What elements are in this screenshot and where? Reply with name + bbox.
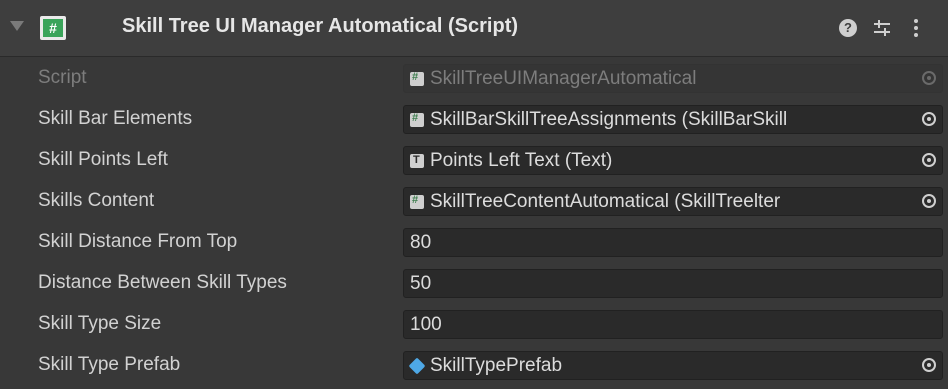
script-field: SkillTreeUIManagerAutomatical xyxy=(403,64,943,93)
field-row-skills-content: Skills Content SkillTreeContentAutomatic… xyxy=(0,185,948,217)
distance-between-skill-types-input[interactable]: 50 xyxy=(403,269,943,298)
object-picker-icon[interactable] xyxy=(922,153,936,167)
field-label: Skill Points Left xyxy=(38,149,168,170)
skill-type-prefab-field[interactable]: SkillTypePrefab xyxy=(403,351,943,380)
skill-points-left-field[interactable]: Points Left Text (Text) xyxy=(403,146,943,175)
field-label: Skill Bar Elements xyxy=(38,108,193,129)
skills-content-field[interactable]: SkillTreeContentAutomatical (SkillTreelt… xyxy=(403,187,943,216)
component-title: Skill Tree UI Manager Automatical (Scrip… xyxy=(122,15,519,37)
field-label: Script xyxy=(38,67,87,88)
help-icon[interactable]: ? xyxy=(836,16,860,40)
object-picker-icon[interactable] xyxy=(922,112,936,126)
skill-distance-from-top-input[interactable]: 80 xyxy=(403,228,943,257)
field-label: Skill Type Prefab xyxy=(38,354,181,375)
cs-script-icon: # xyxy=(40,16,66,40)
field-value: SkillTreeContentAutomatical (SkillTreelt… xyxy=(430,191,781,212)
cs-script-icon xyxy=(410,71,424,86)
field-label: Skill Type Size xyxy=(38,313,162,334)
skill-type-size-input[interactable]: 100 xyxy=(403,310,943,339)
triangle-down-icon[interactable] xyxy=(10,21,24,31)
field-row-skill-distance-from-top: Skill Distance From Top 80 xyxy=(0,226,948,258)
field-value: 100 xyxy=(410,314,442,335)
field-value: SkillTypePrefab xyxy=(430,355,563,376)
field-row-skill-type-prefab: Skill Type Prefab SkillTypePrefab xyxy=(0,349,948,381)
field-row-skill-bar-elements: Skill Bar Elements SkillBarSkillTreeAssi… xyxy=(0,103,948,135)
field-row-distance-between-skill-types: Distance Between Skill Types 50 xyxy=(0,267,948,299)
field-row-skill-points-left: Skill Points Left Points Left Text (Text… xyxy=(0,144,948,176)
field-value: SkillTreeUIManagerAutomatical xyxy=(430,68,697,89)
cs-script-icon xyxy=(410,194,424,209)
cs-script-icon xyxy=(410,112,424,127)
skill-bar-elements-field[interactable]: SkillBarSkillTreeAssignments (SkillBarSk… xyxy=(403,105,943,134)
presets-icon[interactable] xyxy=(870,16,894,40)
field-label: Skill Distance From Top xyxy=(38,231,238,252)
field-value: 80 xyxy=(410,232,432,253)
menu-dots-icon[interactable] xyxy=(904,16,928,40)
field-value: SkillBarSkillTreeAssignments (SkillBarSk… xyxy=(430,109,788,130)
object-picker-icon xyxy=(922,71,936,85)
field-row-skill-type-size: Skill Type Size 100 xyxy=(0,308,948,340)
field-value: 50 xyxy=(410,273,432,294)
text-component-icon xyxy=(410,154,424,168)
field-row-script: Script SkillTreeUIManagerAutomatical xyxy=(0,62,948,94)
prefab-icon xyxy=(408,357,426,375)
object-picker-icon[interactable] xyxy=(922,358,936,372)
field-value: Points Left Text (Text) xyxy=(430,150,613,171)
field-label: Skills Content xyxy=(38,190,155,211)
component-header[interactable]: # Skill Tree UI Manager Automatical (Scr… xyxy=(0,0,948,57)
field-label: Distance Between Skill Types xyxy=(38,272,287,293)
object-picker-icon[interactable] xyxy=(922,194,936,208)
